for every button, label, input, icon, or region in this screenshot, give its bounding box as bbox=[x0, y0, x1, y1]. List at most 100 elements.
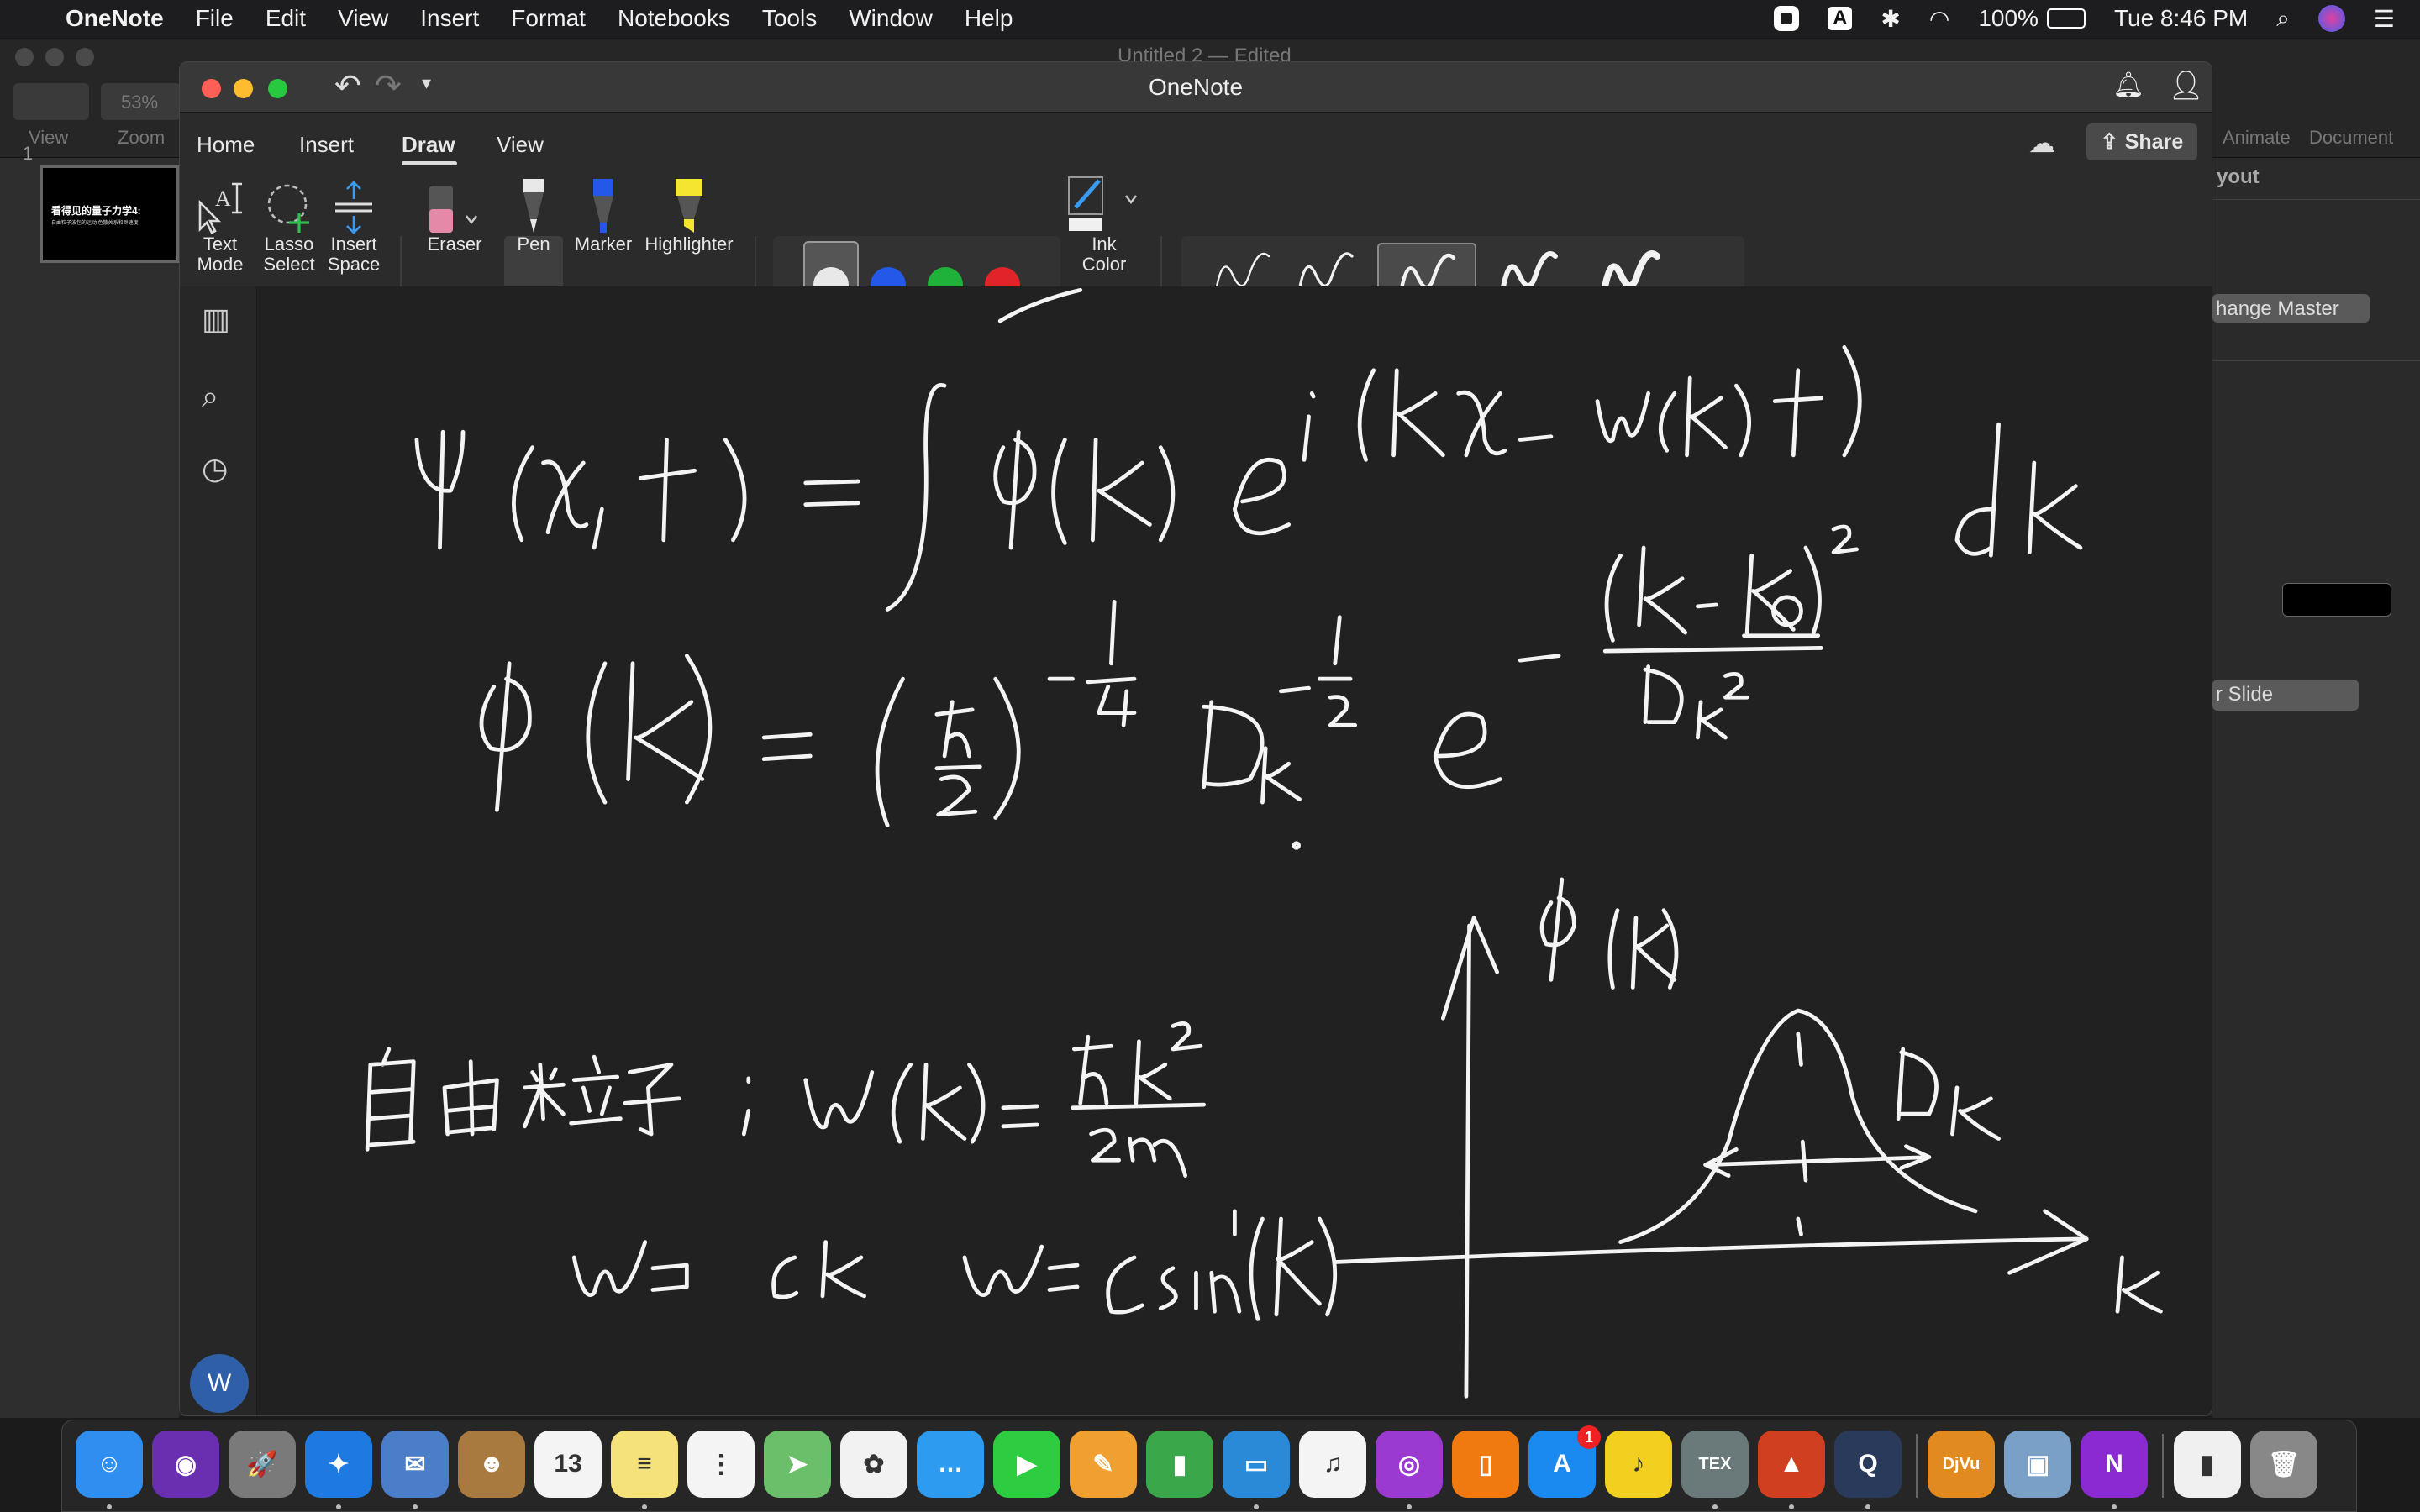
background-color-well[interactable] bbox=[2282, 583, 2391, 617]
slide-button[interactable]: r Slide bbox=[2212, 680, 2359, 711]
dock-separator bbox=[1916, 1434, 1918, 1498]
lasso-icon bbox=[267, 184, 309, 233]
menu-bar: OneNote File Edit View Insert Format Not… bbox=[0, 0, 2420, 37]
running-indicator bbox=[642, 1504, 647, 1509]
notification-badge: 1 bbox=[1577, 1425, 1601, 1449]
dock-matlab-icon[interactable]: ▲ bbox=[1758, 1431, 1825, 1498]
running-indicator bbox=[413, 1504, 418, 1509]
battery-icon[interactable] bbox=[2046, 8, 2086, 29]
recent-icon[interactable]: ◷ bbox=[202, 451, 228, 486]
format-panel bbox=[2212, 158, 2420, 1418]
dock-safari-icon[interactable]: ✦ bbox=[305, 1431, 372, 1498]
dock-messages-icon[interactable]: … bbox=[917, 1431, 984, 1498]
dock-music-icon[interactable]: ♫ bbox=[1299, 1431, 1366, 1498]
share-icon: ⇪ bbox=[2100, 130, 2118, 154]
marker-button[interactable]: Marker bbox=[568, 174, 639, 255]
tab-view[interactable]: View bbox=[497, 132, 544, 158]
dock-launchpad-icon[interactable]: 🚀 bbox=[229, 1431, 296, 1498]
document-label[interactable]: Document bbox=[2309, 127, 2393, 149]
dock-keynote-icon[interactable]: ▭ bbox=[1223, 1431, 1290, 1498]
menu-help[interactable]: Help bbox=[965, 5, 1013, 32]
dock-books-icon[interactable]: ▯ bbox=[1452, 1431, 1519, 1498]
menu-tools[interactable]: Tools bbox=[762, 5, 817, 32]
ink-color-button[interactable]: Ink Color bbox=[1062, 174, 1146, 275]
menu-app-name[interactable]: OneNote bbox=[66, 5, 164, 32]
dock-maps-icon[interactable]: ➤ bbox=[764, 1431, 831, 1498]
running-indicator bbox=[1789, 1504, 1794, 1509]
account-icon[interactable]: 👤︎ bbox=[2168, 69, 2204, 102]
dock-calendar-icon[interactable]: 13 bbox=[534, 1431, 602, 1498]
menu-notebooks[interactable]: Notebooks bbox=[618, 5, 730, 32]
window-title: OneNote bbox=[1148, 74, 1244, 100]
page-canvas[interactable] bbox=[257, 286, 2212, 1415]
dock: ☺ ◉ 🚀 ✦ ✉ ☻ 13 ≡ ⋮ ➤ ✿… ▶ ✎ ▮ ▭ ♫ ◎ ▯ A 1 ♪ TEX ▲ Q DjVu ▣ N ▮ 🗑 bbox=[61, 1420, 2357, 1512]
running-indicator bbox=[336, 1504, 341, 1509]
menu-insert[interactable]: Insert bbox=[420, 5, 479, 32]
search-icon[interactable]: ⌕ bbox=[202, 379, 218, 415]
view-label: View bbox=[29, 127, 69, 148]
notifications-bell-icon[interactable]: 🔔︎ bbox=[2112, 71, 2144, 100]
tab-insert[interactable]: Insert bbox=[299, 132, 354, 158]
eraser-button[interactable]: Eraser bbox=[417, 174, 492, 255]
menu-window[interactable]: Window bbox=[849, 5, 933, 32]
dock-djvu-icon[interactable]: DjVu bbox=[1928, 1431, 1995, 1498]
menu-format[interactable]: Format bbox=[511, 5, 586, 32]
running-indicator bbox=[1407, 1504, 1412, 1509]
highlighter-icon bbox=[676, 179, 702, 233]
text-mode-button[interactable]: A Text Mode bbox=[193, 174, 247, 275]
dock-preview-icon[interactable]: ▣ bbox=[2004, 1431, 2071, 1498]
notebooks-icon[interactable]: ▥ bbox=[202, 302, 230, 337]
insert-space-button[interactable]: Insert Space bbox=[324, 174, 383, 275]
dock-app-store-icon[interactable]: A1 bbox=[1528, 1425, 1601, 1498]
change-master-button[interactable]: hange Master bbox=[2212, 294, 2370, 323]
dock-reminders-icon[interactable]: ⋮ bbox=[687, 1431, 755, 1498]
dock-mail-icon[interactable]: ✉ bbox=[381, 1431, 449, 1498]
dock-photos-icon[interactable]: ✿ bbox=[840, 1431, 908, 1498]
text-mode-icon: A bbox=[198, 182, 242, 234]
ink-color-icon bbox=[1068, 176, 1137, 231]
input-source-icon[interactable]: A bbox=[1828, 7, 1853, 30]
dock-contacts-icon[interactable]: ☻ bbox=[458, 1431, 525, 1498]
dock-rar-archive-icon[interactable]: ▮ bbox=[2174, 1431, 2241, 1498]
svg-text:A: A bbox=[215, 186, 231, 211]
dock-music-player-icon[interactable]: ♪ bbox=[1605, 1431, 1672, 1498]
control-center-icon[interactable]: ☰ bbox=[2374, 5, 2395, 33]
siri-icon[interactable] bbox=[2317, 5, 2345, 32]
menu-file[interactable]: File bbox=[196, 5, 234, 32]
spotlight-icon[interactable]: ⌕ bbox=[2276, 5, 2290, 33]
animate-label[interactable]: Animate bbox=[2223, 127, 2291, 149]
dock-separator bbox=[2162, 1434, 2164, 1498]
sync-status-cloud-icon[interactable]: ☁︎ bbox=[2028, 127, 2055, 159]
dock-onenote-icon[interactable]: N bbox=[2081, 1431, 2148, 1498]
menu-edit[interactable]: Edit bbox=[266, 5, 306, 32]
bluetooth-icon[interactable]: ✱ bbox=[1881, 5, 1900, 33]
tab-draw[interactable]: Draw bbox=[402, 132, 455, 158]
dock-facetime-icon[interactable]: ▶ bbox=[993, 1431, 1060, 1498]
dock-tex-icon[interactable]: TEX bbox=[1681, 1431, 1749, 1498]
clock[interactable]: Tue 8:46 PM bbox=[2114, 5, 2248, 32]
menu-view[interactable]: View bbox=[338, 5, 388, 32]
dock-trash-icon[interactable]: 🗑 bbox=[2250, 1431, 2317, 1498]
dock-numbers-icon[interactable]: ▮ bbox=[1146, 1431, 1213, 1498]
share-button[interactable]: ⇪ Share bbox=[2086, 123, 2197, 160]
dock-pages-icon[interactable]: ✎ bbox=[1070, 1431, 1137, 1498]
wifi-icon[interactable]: ◠ bbox=[1929, 5, 1949, 33]
share-label: Share bbox=[2124, 129, 2184, 154]
running-indicator bbox=[1865, 1504, 1870, 1509]
dock-finder-icon[interactable]: ☺ bbox=[76, 1431, 143, 1498]
dock-quicktime-icon[interactable]: Q bbox=[1834, 1431, 1902, 1498]
dock-siri-icon[interactable]: ◉ bbox=[152, 1431, 219, 1498]
view-button[interactable] bbox=[13, 83, 89, 120]
dock-podcasts-icon[interactable]: ◎ bbox=[1376, 1431, 1443, 1498]
avatar[interactable]: W bbox=[190, 1354, 249, 1413]
lasso-select-button[interactable]: Lasso Select bbox=[259, 174, 319, 275]
record-icon[interactable] bbox=[1774, 6, 1800, 31]
pen-button[interactable]: Pen bbox=[504, 174, 563, 255]
slide-title: 看得见的量子力学4: bbox=[51, 205, 141, 217]
slide-thumbnail[interactable]: 看得见的量子力学4: 自由粒子波包的运动 色散关系和群速度 bbox=[40, 165, 179, 263]
dock-notes-icon[interactable]: ≡ bbox=[611, 1431, 678, 1498]
highlighter-button[interactable]: Highlighter bbox=[639, 174, 739, 255]
zoom-select[interactable]: 53% bbox=[101, 83, 181, 120]
tab-home[interactable]: Home bbox=[197, 132, 255, 158]
battery-percent: 100% bbox=[1978, 5, 2039, 31]
